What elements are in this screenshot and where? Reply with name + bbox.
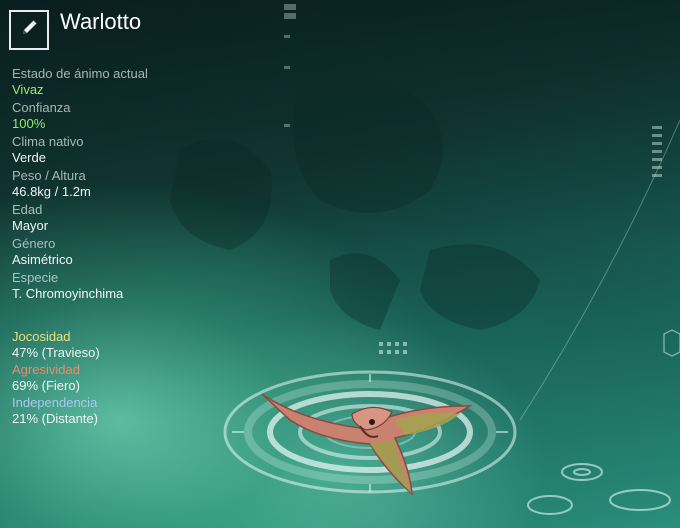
- stat-label: Peso / Altura: [12, 168, 86, 183]
- hud-hexagon: [663, 329, 680, 357]
- stat-weight-height: Peso / Altura 46.8kg / 1.2m: [12, 168, 272, 200]
- small-rings: [527, 463, 671, 515]
- creature-name: Warlotto: [60, 9, 142, 34]
- header: Warlotto: [9, 9, 142, 50]
- stat-value: Mayor: [12, 218, 49, 233]
- hud-bars-right: [652, 126, 662, 177]
- stat-value: Asimétrico: [12, 252, 73, 267]
- stat-trust: Confianza 100%: [12, 100, 272, 132]
- stat-value: Vivaz: [12, 82, 44, 97]
- stat-value: 100%: [12, 116, 46, 131]
- hud-ticks-top: [284, 4, 296, 127]
- trait-value: 21% (Distante): [12, 411, 98, 426]
- stat-value: Verde: [12, 150, 46, 165]
- stat-native-climate: Clima nativo Verde: [12, 134, 272, 166]
- stat-gender: Género Asimétrico: [12, 236, 272, 268]
- trait-value: 47% (Travieso): [12, 345, 100, 360]
- stat-label: Confianza: [12, 100, 71, 115]
- stat-value: T. Chromoyinchima: [12, 286, 124, 301]
- stat-value: 46.8kg / 1.2m: [12, 184, 91, 199]
- stat-label: Género: [12, 236, 56, 251]
- trait-label: Jocosidad: [12, 329, 71, 344]
- trait-aggression: Agresividad 69% (Fiero): [12, 362, 272, 394]
- stat-mood: Estado de ánimo actual Vivaz: [12, 66, 272, 98]
- stat-label: Clima nativo: [12, 134, 84, 149]
- hud-dots: [379, 342, 407, 354]
- stats-panel: Estado de ánimo actual Vivaz Confianza 1…: [12, 66, 272, 304]
- trait-value: 69% (Fiero): [12, 378, 80, 393]
- stat-label: Especie: [12, 270, 59, 285]
- stat-label: Edad: [12, 202, 43, 217]
- stat-age: Edad Mayor: [12, 202, 272, 234]
- trait-playfulness: Jocosidad 47% (Travieso): [12, 329, 272, 361]
- stat-species: Especie T. Chromoyinchima: [12, 270, 272, 302]
- trait-label: Agresividad: [12, 362, 80, 377]
- trait-independence: Independencia 21% (Distante): [12, 395, 272, 427]
- stat-label: Estado de ánimo actual: [12, 66, 148, 81]
- hud-arc-line: [519, 119, 680, 421]
- trait-label: Independencia: [12, 395, 98, 410]
- traits-panel: Jocosidad 47% (Travieso) Agresividad 69%…: [12, 329, 272, 428]
- edit-name-button[interactable]: [9, 10, 49, 50]
- pencil-icon: [19, 18, 39, 43]
